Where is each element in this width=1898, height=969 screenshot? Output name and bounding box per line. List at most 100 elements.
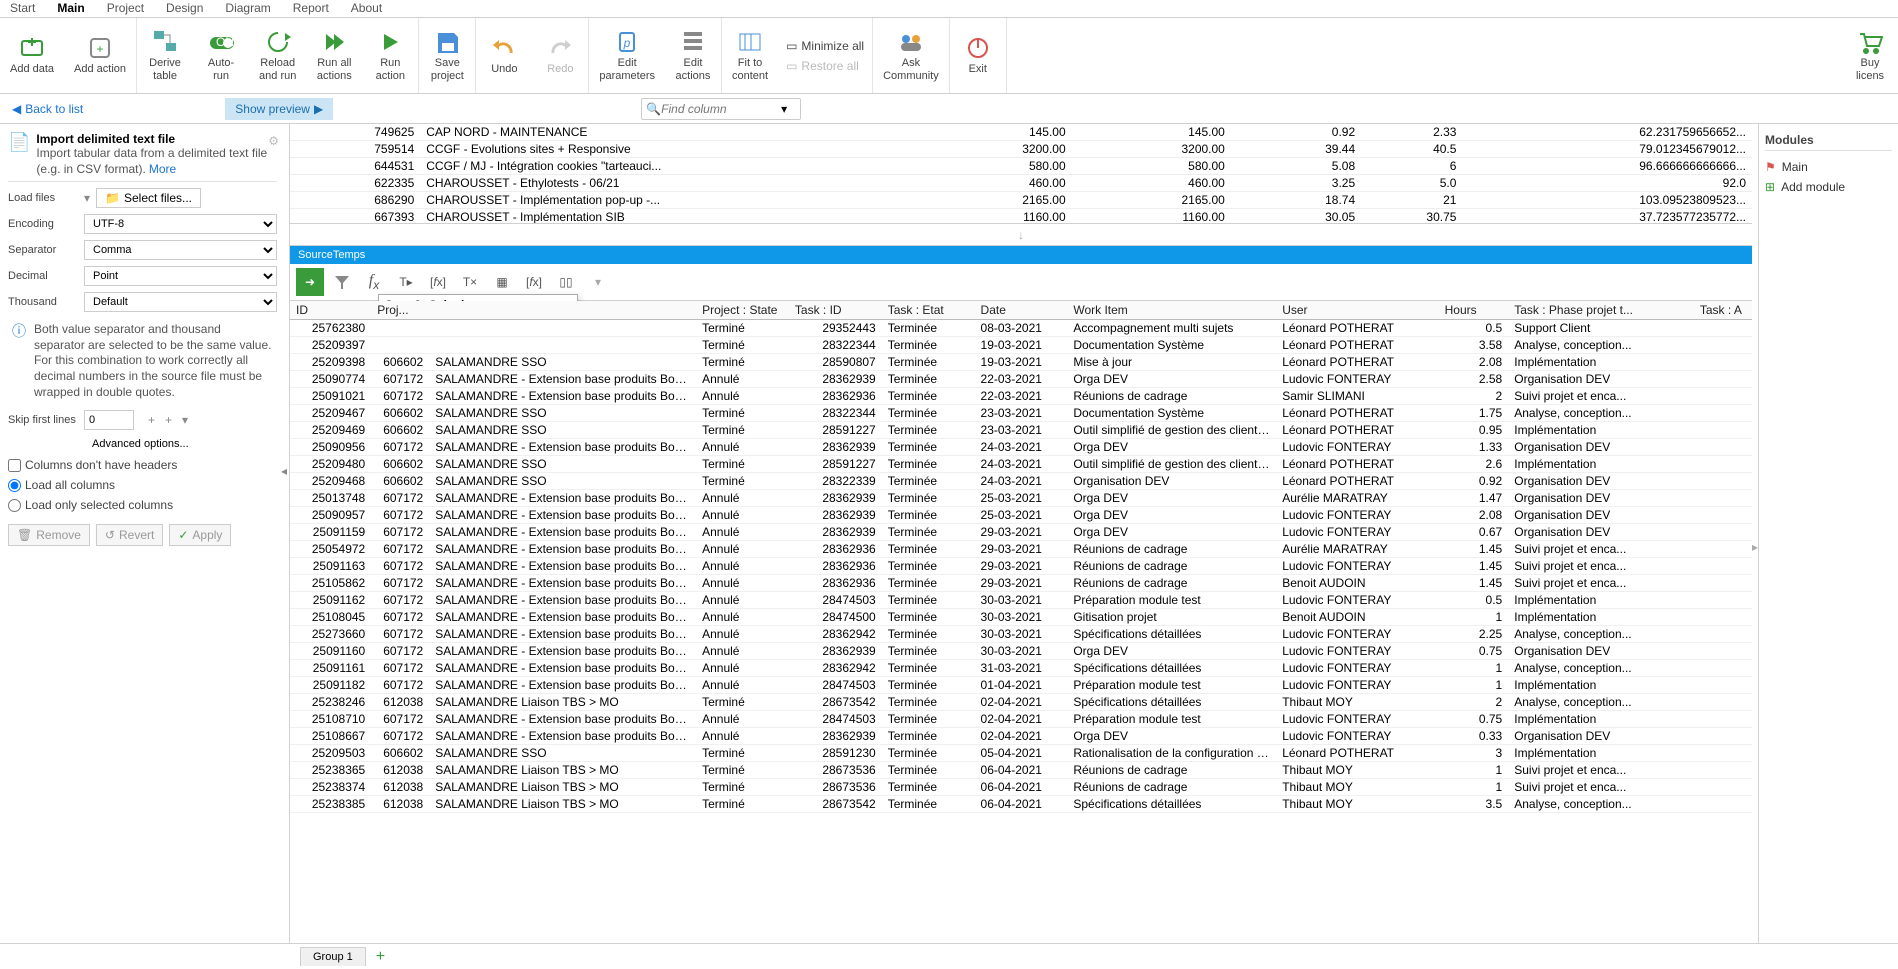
- add-tab-button[interactable]: +: [370, 948, 391, 966]
- data-row[interactable]: 25091163607172SALAMANDRE - Extension bas…: [290, 558, 1752, 575]
- exit-button[interactable]: Exit: [950, 31, 1006, 79]
- column-header[interactable]: ID: [290, 301, 371, 320]
- collapse-panel-icon[interactable]: ◂: [281, 464, 287, 478]
- text-column-icon[interactable]: T▸: [392, 268, 420, 296]
- add-module-button[interactable]: ⊞Add module: [1765, 177, 1892, 197]
- restore-all-button[interactable]: ▭Restore all: [784, 57, 866, 75]
- lower-data-grid[interactable]: IDProj...Project : StateTask : IDTask : …: [290, 301, 1752, 952]
- plus-icon[interactable]: +: [148, 413, 155, 427]
- fx-icon[interactable]: fx: [360, 268, 388, 296]
- data-row[interactable]: 25209480606602SALAMANDRE SSOTerminé28591…: [290, 456, 1752, 473]
- find-column-search[interactable]: 🔍 ▾: [641, 98, 801, 120]
- apply-button[interactable]: ✓Apply: [169, 524, 231, 546]
- run-action-button[interactable]: Run action: [362, 25, 418, 85]
- tab-diagram[interactable]: Diagram: [221, 0, 274, 17]
- dropdown-icon[interactable]: ▾: [781, 102, 787, 116]
- column-header[interactable]: Task : ID: [789, 301, 882, 320]
- gear-icon[interactable]: ⚙: [268, 134, 279, 148]
- formula-remove-icon[interactable]: [fx]: [520, 268, 548, 296]
- no-headers-checkbox[interactable]: [8, 459, 21, 472]
- find-column-input[interactable]: [661, 102, 781, 116]
- separator-select[interactable]: Comma: [84, 240, 277, 260]
- redo-button[interactable]: Redo: [532, 31, 588, 79]
- upper-row[interactable]: 686290CHAROUSSET - Implémentation pop-up…: [290, 192, 1752, 209]
- column-header[interactable]: Task : Phase projet t...: [1508, 301, 1694, 320]
- encoding-select[interactable]: UTF-8: [84, 214, 277, 234]
- tab-about[interactable]: About: [347, 0, 386, 17]
- upper-row[interactable]: 759514CCGF - Evolutions sites + Responsi…: [290, 141, 1752, 158]
- dropdown-arrow-icon[interactable]: ▾: [182, 413, 188, 427]
- advanced-options-button[interactable]: Advanced options...: [84, 436, 197, 452]
- edit-parameters-button[interactable]: pEdit parameters: [589, 25, 665, 85]
- column-header[interactable]: [429, 301, 696, 320]
- minimize-all-button[interactable]: ▭Minimize all: [784, 37, 866, 55]
- data-row[interactable]: 25209398606602SALAMANDRE SSOTerminé28590…: [290, 354, 1752, 371]
- data-row[interactable]: 25238385612038SALAMANDRE Liaison TBS > M…: [290, 796, 1752, 813]
- data-row[interactable]: 25209468606602SALAMANDRE SSOTerminé28322…: [290, 473, 1752, 490]
- column-header[interactable]: Work Item: [1067, 301, 1276, 320]
- data-row[interactable]: 25091160607172SALAMANDRE - Extension bas…: [290, 643, 1752, 660]
- data-row[interactable]: 25209467606602SALAMANDRE SSOTerminé28322…: [290, 405, 1752, 422]
- load-all-radio[interactable]: [8, 479, 21, 492]
- data-row[interactable]: 25090774607172SALAMANDRE - Extension bas…: [290, 371, 1752, 388]
- data-row[interactable]: 25090956607172SALAMANDRE - Extension bas…: [290, 439, 1752, 456]
- data-row[interactable]: 25091161607172SALAMANDRE - Extension bas…: [290, 660, 1752, 677]
- column-header[interactable]: Proj...: [371, 301, 429, 320]
- skip-lines-input[interactable]: [84, 410, 134, 430]
- data-row[interactable]: 25238374612038SALAMANDRE Liaison TBS > M…: [290, 779, 1752, 796]
- columns-icon[interactable]: ▦: [488, 268, 516, 296]
- data-row[interactable]: 25091021607172SALAMANDRE - Extension bas…: [290, 388, 1752, 405]
- column-header[interactable]: Date: [975, 301, 1068, 320]
- text-remove-icon[interactable]: T×: [456, 268, 484, 296]
- show-preview-button[interactable]: Show preview▶: [225, 98, 333, 120]
- add-data-button[interactable]: Add data: [0, 31, 64, 79]
- back-to-list-link[interactable]: ◀Back to list: [6, 98, 89, 120]
- data-row[interactable]: 25209397Terminé28322344Terminée19-03-202…: [290, 337, 1752, 354]
- tab-start[interactable]: Start: [6, 0, 39, 17]
- data-row[interactable]: 25091159607172SALAMANDRE - Extension bas…: [290, 524, 1752, 541]
- column-header[interactable]: Task : A: [1694, 301, 1752, 320]
- data-row[interactable]: 25108667607172SALAMANDRE - Extension bas…: [290, 728, 1752, 745]
- data-row[interactable]: 25091182607172SALAMANDRE - Extension bas…: [290, 677, 1752, 694]
- data-row[interactable]: 25209469606602SALAMANDRE SSOTerminé28591…: [290, 422, 1752, 439]
- tab-project[interactable]: Project: [103, 0, 148, 17]
- upper-row[interactable]: 667393CHAROUSSET - Implémentation SIB116…: [290, 209, 1752, 225]
- data-row[interactable]: 25108710607172SALAMANDRE - Extension bas…: [290, 711, 1752, 728]
- ask-community-button[interactable]: Ask Community: [873, 25, 949, 85]
- run-all-button[interactable]: Run all actions: [306, 25, 362, 85]
- tab-report[interactable]: Report: [289, 0, 333, 17]
- remove-button[interactable]: 🗑Remove: [8, 524, 90, 546]
- split-icon[interactable]: ▯▯: [552, 268, 580, 296]
- add-action-button[interactable]: +Add action: [64, 31, 136, 79]
- derive-table-button[interactable]: Derive table: [137, 25, 193, 85]
- module-main[interactable]: ⚑Main: [1765, 157, 1892, 177]
- upper-row[interactable]: 622335CHAROUSSET - Ethylotests - 06/2146…: [290, 175, 1752, 192]
- select-files-button[interactable]: 📁Select files...: [96, 188, 201, 208]
- data-row[interactable]: 25209503606602SALAMANDRE SSOTerminé28591…: [290, 745, 1752, 762]
- buy-license-button[interactable]: Buy licens: [1842, 25, 1898, 85]
- data-row[interactable]: 25108045607172SALAMANDRE - Extension bas…: [290, 609, 1752, 626]
- tab-design[interactable]: Design: [162, 0, 207, 17]
- load-selected-radio[interactable]: [8, 499, 21, 512]
- tab-group-1[interactable]: Group 1: [300, 947, 366, 966]
- decimal-select[interactable]: Point: [84, 266, 277, 286]
- toolbar-dropdown-icon[interactable]: ▾: [584, 268, 612, 296]
- edit-actions-button[interactable]: Edit actions: [665, 25, 721, 85]
- plus-icon-2[interactable]: +: [165, 413, 172, 427]
- thousand-select[interactable]: Default: [84, 292, 277, 312]
- data-row[interactable]: 25013748607172SALAMANDRE - Extension bas…: [290, 490, 1752, 507]
- data-row[interactable]: 25054972607172SALAMANDRE - Extension bas…: [290, 541, 1752, 558]
- data-row[interactable]: 25090957607172SALAMANDRE - Extension bas…: [290, 507, 1752, 524]
- column-header[interactable]: User: [1276, 301, 1438, 320]
- upper-row[interactable]: 644531CCGF / MJ - Intégration cookies "t…: [290, 158, 1752, 175]
- filter-icon[interactable]: [328, 268, 356, 296]
- upper-row[interactable]: 749625CAP NORD - MAINTENANCE145.00145.00…: [290, 124, 1752, 141]
- column-header[interactable]: Task : Etat: [882, 301, 975, 320]
- data-row[interactable]: 25762380Terminé29352443Terminée08-03-202…: [290, 320, 1752, 337]
- undo-button[interactable]: Undo: [476, 31, 532, 79]
- fit-to-content-button[interactable]: Fit to content: [722, 25, 778, 85]
- column-header[interactable]: Project : State: [696, 301, 789, 320]
- data-row[interactable]: 25105862607172SALAMANDRE - Extension bas…: [290, 575, 1752, 592]
- save-project-button[interactable]: Save project: [419, 25, 475, 85]
- upper-data-grid[interactable]: 749625CAP NORD - MAINTENANCE145.00145.00…: [290, 124, 1752, 224]
